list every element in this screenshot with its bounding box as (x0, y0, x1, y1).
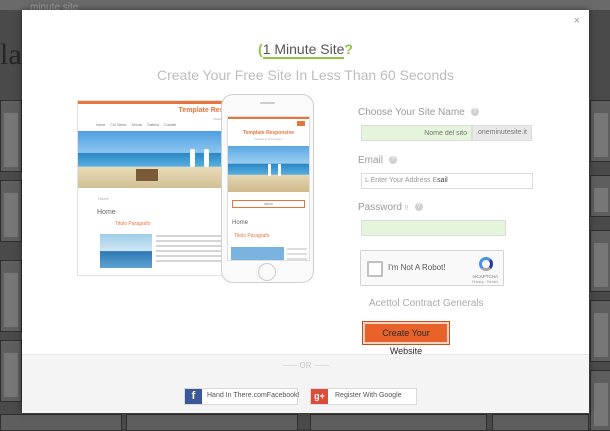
password-field[interactable] (361, 220, 506, 236)
phone-site-title: Template Responsive (242, 130, 295, 136)
preview-nav-item: Galleria (147, 123, 160, 127)
help-icon[interactable]: ? (470, 108, 479, 117)
or-divider: OR (22, 361, 589, 370)
phone-menu-bar: MENU (232, 200, 305, 208)
site-logo: (1 Minute Site? (22, 41, 589, 59)
create-website-button[interactable]: Create Your Website (362, 321, 450, 356)
background-thumbnail (0, 100, 22, 172)
logo-mark-right: ? (344, 41, 353, 57)
recaptcha-label: I'm Not A Robot! (388, 263, 446, 272)
preview-content-image (100, 234, 152, 268)
google-plus-icon: g+ (311, 389, 328, 404)
recaptcha-icon (479, 257, 493, 271)
email-placeholder: L Enter Your Address E (365, 177, 438, 184)
preview-breadcrumb: Home (98, 196, 109, 201)
recaptcha-terms-link[interactable]: Privacy - Termini (472, 280, 498, 284)
close-icon[interactable]: × (574, 15, 580, 27)
menu-icon (297, 121, 305, 126)
background-thumbnail (310, 414, 487, 431)
facebook-icon: f (185, 389, 202, 404)
background-heading: la (0, 38, 22, 71)
modal-headline: Create Your Free Site In Less Than 60 Se… (156, 67, 455, 83)
email-typed-text: sail (437, 177, 448, 184)
phone-hero-image (228, 146, 309, 192)
site-domain-suffix: .oneminutesite.it (472, 125, 532, 141)
background-thumbnail (0, 340, 22, 402)
recaptcha-brand: reCAPTCHA (472, 274, 498, 279)
logo-name: 1 Minute Site (262, 41, 345, 59)
site-name-label: Choose Your Site Name? (358, 107, 479, 118)
preview-nav-item: Servizi (131, 123, 143, 127)
phone-template-preview: Template Responsive Powered by 1minutesi… (221, 94, 314, 283)
recaptcha-widget: I'm Not A Robot! reCAPTCHA Privacy - Ter… (360, 250, 504, 286)
site-name-input[interactable] (361, 125, 472, 141)
phone-page-heading: Home (232, 220, 249, 226)
contract-terms-text[interactable]: Acettol Contract Generals (369, 298, 484, 309)
logo-mark-left: ( (258, 41, 263, 57)
phone-site-subtitle: Powered by 1minutesite.it (254, 138, 283, 141)
email-field[interactable]: L Enter Your Address Esail (361, 173, 533, 189)
background-thumbnail (0, 260, 22, 332)
preview-nav-item: Home (96, 123, 106, 127)
password-label: Password !!? (358, 202, 423, 213)
preview-nav-item: Contatti (164, 123, 177, 127)
signup-modal: × (1 Minute Site? Create Your Free Site … (22, 10, 589, 413)
preview-page-heading: Home (97, 209, 116, 216)
modal-footer: OR f Hand In There.comFacebook! g+ Regis… (22, 354, 589, 413)
phone-content-image (231, 247, 284, 260)
background-top-bar (0, 0, 610, 10)
facebook-login-button[interactable]: f Hand In There.comFacebook! (184, 388, 300, 405)
background-thumbnail (126, 414, 298, 431)
background-thumbnail (0, 414, 122, 431)
preview-nav-item: Chi Siamo (110, 123, 127, 127)
google-register-label: Register With Google (335, 392, 402, 399)
background-thumbnail (492, 414, 589, 431)
recaptcha-checkbox[interactable] (367, 261, 383, 277)
phone-home-button (258, 263, 276, 281)
password-marker: !! (404, 205, 409, 212)
background-thumbnail (590, 175, 610, 217)
phone-paragraph-title: Titolo Paragrafo (234, 233, 270, 239)
email-label: Email? (358, 155, 398, 166)
help-icon[interactable]: ? (414, 203, 423, 212)
help-icon[interactable]: ? (389, 156, 398, 165)
background-thumbnail (590, 370, 610, 431)
background-thumbnail (0, 180, 22, 242)
google-register-button[interactable]: g+ Register With Google (310, 388, 417, 405)
background-thumbnail (590, 100, 610, 162)
preview-paragraph-title: Titolo Paragrafo (115, 221, 151, 227)
background-thumbnail (590, 300, 610, 362)
facebook-login-label: Hand In There.comFacebook! (207, 392, 300, 399)
background-thumbnail (590, 230, 610, 292)
phone-screen: Template Responsive Powered by 1minutesi… (227, 116, 310, 261)
